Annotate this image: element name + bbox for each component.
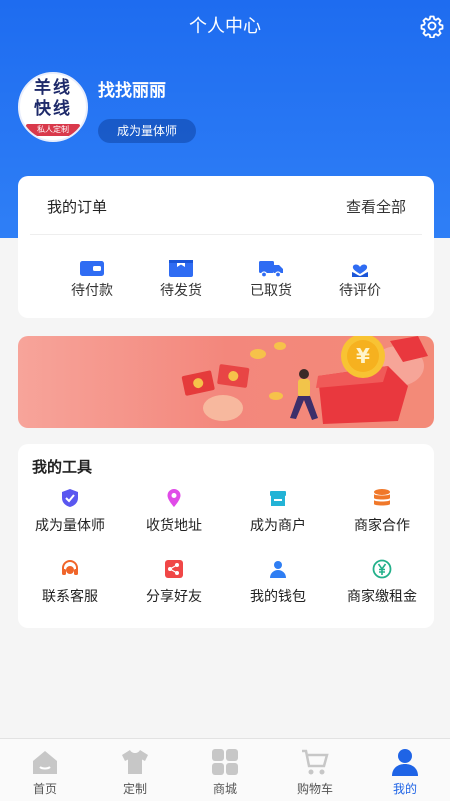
avatar[interactable]: 羊线 快线 私人定制 bbox=[18, 72, 88, 142]
tool-share-friends[interactable]: 分享好友 bbox=[122, 559, 226, 606]
view-all-orders-link[interactable]: 查看全部 bbox=[346, 196, 406, 217]
tools-title: 我的工具 bbox=[32, 458, 93, 476]
tool-merchant-rent[interactable]: 商家缴租金 bbox=[330, 559, 434, 606]
tool-become-merchant[interactable]: 成为商户 bbox=[226, 488, 330, 535]
gift-box-coins-illustration: ¥ bbox=[181, 336, 428, 424]
svg-text:¥: ¥ bbox=[356, 344, 370, 368]
database-stack-icon bbox=[374, 489, 390, 506]
share-icon bbox=[165, 560, 183, 578]
cart-icon bbox=[302, 749, 329, 775]
shield-check-icon bbox=[62, 489, 78, 507]
headset-icon bbox=[62, 560, 78, 575]
settings-gear-icon[interactable] bbox=[420, 14, 444, 38]
package-icon bbox=[169, 260, 193, 277]
user-wallet-icon bbox=[270, 561, 286, 578]
tab-cart[interactable]: 购物车 bbox=[270, 739, 360, 801]
orders-title: 我的订单 bbox=[47, 198, 108, 216]
tool-merchant-cooperation[interactable]: 商家合作 bbox=[330, 488, 434, 535]
user-icon bbox=[392, 749, 418, 776]
tab-customize[interactable]: 定制 bbox=[90, 739, 180, 801]
tab-mine[interactable]: 我的 bbox=[360, 739, 450, 801]
promo-banner[interactable]: ¥ bbox=[18, 336, 434, 428]
orders-card: 我的订单 查看全部 待付款 待发货 已取货 待评价 bbox=[18, 176, 434, 318]
heart-hand-icon bbox=[352, 264, 368, 277]
divider bbox=[30, 234, 422, 235]
tab-mall[interactable]: 商城 bbox=[180, 739, 270, 801]
tools-card: 我的工具 成为量体师 收货地址 成为商户 商家合作 联系客服 分享好友 我的钱包… bbox=[18, 444, 434, 628]
wallet-icon bbox=[80, 261, 104, 276]
order-status-picked-up[interactable]: 已取货 bbox=[231, 258, 311, 300]
tab-home[interactable]: 首页 bbox=[0, 739, 90, 801]
avatar-logo-ribbon: 私人定制 bbox=[26, 124, 80, 136]
location-pin-icon bbox=[167, 489, 181, 507]
grid-icon bbox=[212, 749, 238, 775]
avatar-logo: 羊线 快线 bbox=[34, 78, 72, 119]
tool-shipping-address[interactable]: 收货地址 bbox=[122, 488, 226, 535]
bottom-tab-bar: 首页 定制 商城 购物车 我的 bbox=[0, 738, 450, 801]
tshirt-icon bbox=[122, 750, 148, 774]
tool-become-fitter[interactable]: 成为量体师 bbox=[18, 488, 122, 535]
truck-icon bbox=[259, 261, 283, 278]
tool-contact-support[interactable]: 联系客服 bbox=[18, 559, 122, 606]
store-icon bbox=[270, 491, 286, 506]
order-status-pending-payment[interactable]: 待付款 bbox=[52, 258, 132, 300]
order-status-pending-review[interactable]: 待评价 bbox=[320, 258, 400, 300]
order-status-pending-shipment[interactable]: 待发货 bbox=[141, 258, 221, 300]
tool-my-wallet[interactable]: 我的钱包 bbox=[226, 559, 330, 606]
username: 找找丽丽 bbox=[98, 81, 166, 101]
yen-coin-icon bbox=[372, 559, 392, 579]
become-fitter-button[interactable]: 成为量体师 bbox=[98, 119, 196, 143]
home-icon bbox=[33, 751, 57, 774]
page-title: 个人中心 bbox=[189, 16, 261, 37]
